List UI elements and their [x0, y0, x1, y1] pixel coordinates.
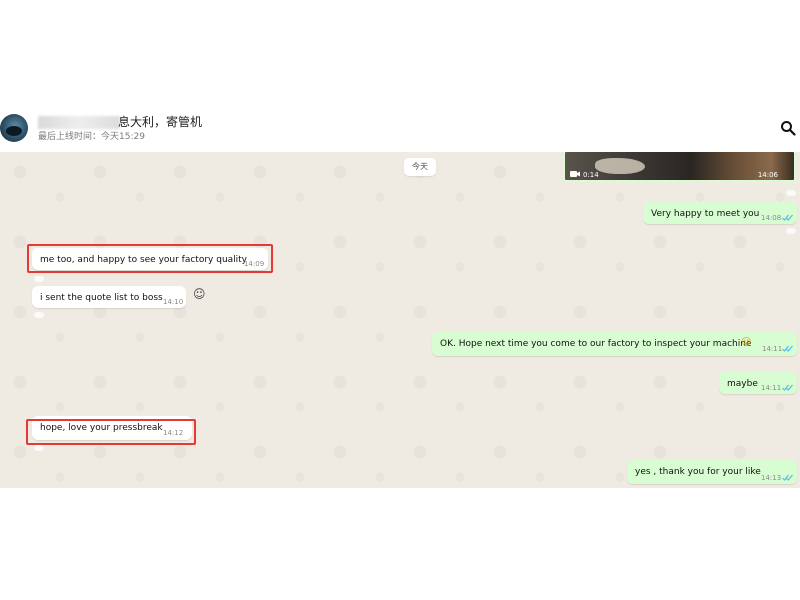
message-outgoing[interactable]: maybe 14:11 [719, 372, 797, 394]
forward-icon[interactable] [34, 445, 44, 451]
message-text: yes , thank you for your like [635, 467, 761, 477]
video-thumbnail [595, 158, 645, 174]
read-ticks-icon [782, 474, 793, 481]
read-ticks-icon [782, 214, 793, 221]
last-seen-status: 最后上线时间：今天15:29 [38, 132, 145, 142]
message-time: 14:11 [761, 384, 782, 392]
message-time: 14:06 [757, 171, 778, 179]
message-text: maybe [727, 379, 758, 389]
message-text: i sent the quote list to boss [40, 293, 163, 303]
read-ticks-icon [782, 384, 793, 391]
message-text: OK. Hope next time you come to our facto… [440, 339, 752, 349]
message-time: 14:13 [761, 474, 782, 482]
search-icon[interactable] [780, 120, 796, 136]
highlight-box [26, 419, 196, 445]
message-incoming[interactable]: i sent the quote list to boss 14:10 [32, 286, 186, 308]
message-outgoing[interactable]: Very happy to meet you 14:08 [643, 202, 797, 224]
message-outgoing[interactable]: yes , thank you for your like 14:13 [627, 460, 797, 484]
message-outgoing[interactable]: OK. Hope next time you come to our facto… [432, 332, 797, 356]
forward-icon[interactable] [34, 312, 44, 318]
date-chip: 今天 [404, 158, 436, 176]
contact-name[interactable]: 息大利，寄管机 [118, 113, 202, 130]
emoji-reaction-icon[interactable]: ☺ [193, 287, 206, 301]
highlight-box [27, 244, 273, 273]
message-time: 14:10 [163, 298, 184, 306]
forward-icon[interactable] [34, 276, 44, 282]
chat-area: 今天 0:14 14:06 Very happy to meet you 14:… [0, 152, 800, 488]
message-text: Very happy to meet you [651, 209, 760, 219]
forward-icon[interactable] [786, 228, 796, 234]
message-time: 14:08 [761, 214, 782, 222]
smiling-emoji-icon: ☺ [741, 337, 752, 348]
video-duration: 0:14 [583, 171, 599, 179]
message-time: 14:11 [762, 345, 783, 353]
forward-icon[interactable] [786, 190, 796, 196]
video-message[interactable]: 0:14 14:06 [563, 152, 796, 182]
video-camera-icon [570, 171, 580, 177]
blurred-name [38, 116, 120, 129]
contact-avatar[interactable] [0, 114, 28, 142]
chat-header: 息大利，寄管机 最后上线时间：今天15:29 [0, 110, 800, 153]
read-ticks-icon [782, 345, 793, 352]
